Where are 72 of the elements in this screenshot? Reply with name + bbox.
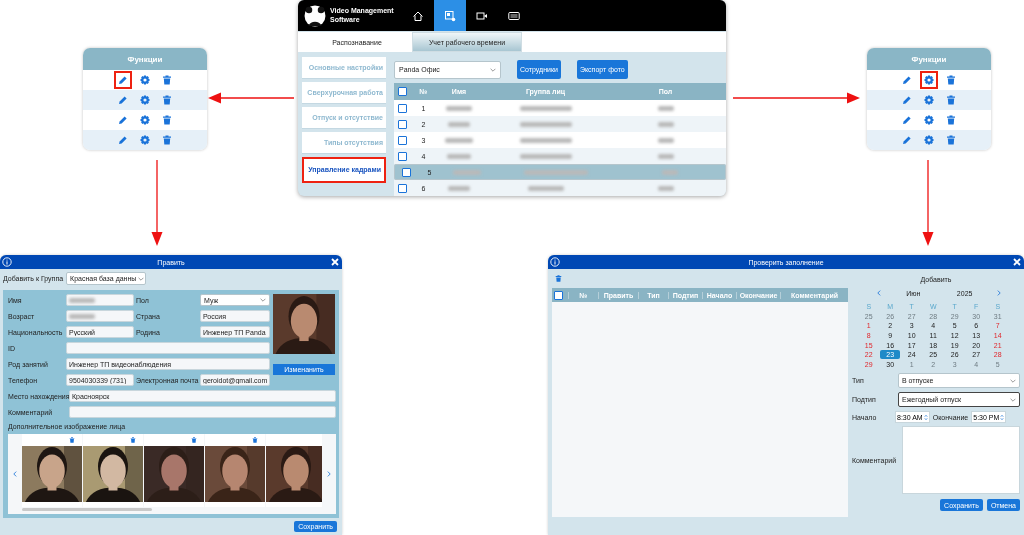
checkbox[interactable] [398,119,407,129]
trash-icon[interactable] [555,275,562,282]
blurred-text [657,137,674,143]
blurred-text [453,169,481,175]
trash-icon[interactable] [946,135,956,145]
gear-icon[interactable] [140,115,150,125]
blurred-text [527,185,564,191]
info-icon [2,257,12,267]
checkbox[interactable] [554,290,563,300]
gear-icon[interactable] [924,75,934,85]
chevron-left-icon[interactable] [12,471,18,477]
panel-header: Функции [83,48,207,70]
close-icon[interactable] [330,257,340,267]
blurred-text [657,185,674,191]
checkbox[interactable] [402,167,411,177]
blurred-text [657,153,674,159]
trash-icon[interactable] [69,437,75,443]
text-field[interactable] [66,294,134,306]
gear-icon[interactable] [140,95,150,105]
close-icon[interactable] [1012,257,1022,267]
blurred-text [69,297,95,303]
blurred-text [519,153,572,159]
checkbox[interactable] [398,87,407,96]
text-field[interactable] [66,342,270,354]
blurred-text [519,137,572,143]
blurred-text [661,169,678,175]
trash-icon[interactable] [946,115,956,125]
blurred-text [448,121,470,127]
trash-icon[interactable] [252,437,258,443]
chevron-right-icon[interactable] [996,290,1002,296]
blurred-text [446,105,472,111]
camera-icon [476,9,488,22]
checkbox[interactable] [398,151,407,161]
blurred-text [523,169,588,175]
text-field[interactable] [69,406,336,418]
gear-icon[interactable] [140,135,150,145]
blurred-text [445,137,473,143]
trash-icon[interactable] [946,75,956,85]
logo-icon [304,4,326,27]
checkbox[interactable] [398,103,407,113]
home-icon [412,9,424,22]
blurred-text [657,121,674,127]
trash-icon[interactable] [130,437,136,443]
info-icon [550,257,560,267]
icon-button[interactable] [114,71,132,89]
text-field[interactable] [66,310,134,322]
panel-header: Функции [867,48,991,70]
checkbox[interactable] [398,183,407,193]
gear-icon[interactable] [140,75,150,85]
trash-icon[interactable] [191,437,197,443]
blurred-text [447,153,471,159]
gear-icon[interactable] [924,95,934,105]
blurred-text [448,185,470,191]
chevron-right-icon[interactable] [326,471,332,477]
gear-icon[interactable] [924,135,934,145]
trash-icon[interactable] [162,95,172,105]
blurred-text [519,105,572,111]
spinner-icon [923,413,928,421]
blurred-text [69,313,95,319]
screen-gear-icon [444,9,456,22]
comment-field[interactable] [902,426,1020,495]
blurred-text [519,121,572,127]
trash-icon[interactable] [946,95,956,105]
trash-icon[interactable] [162,75,172,85]
spinner-icon [1000,413,1005,421]
checkbox[interactable] [398,135,407,145]
gear-icon[interactable] [924,115,934,125]
icon-button[interactable] [920,71,938,89]
trash-icon[interactable] [162,115,172,125]
keyboard-icon [508,9,520,22]
blurred-text [657,105,674,111]
trash-icon[interactable] [162,135,172,145]
